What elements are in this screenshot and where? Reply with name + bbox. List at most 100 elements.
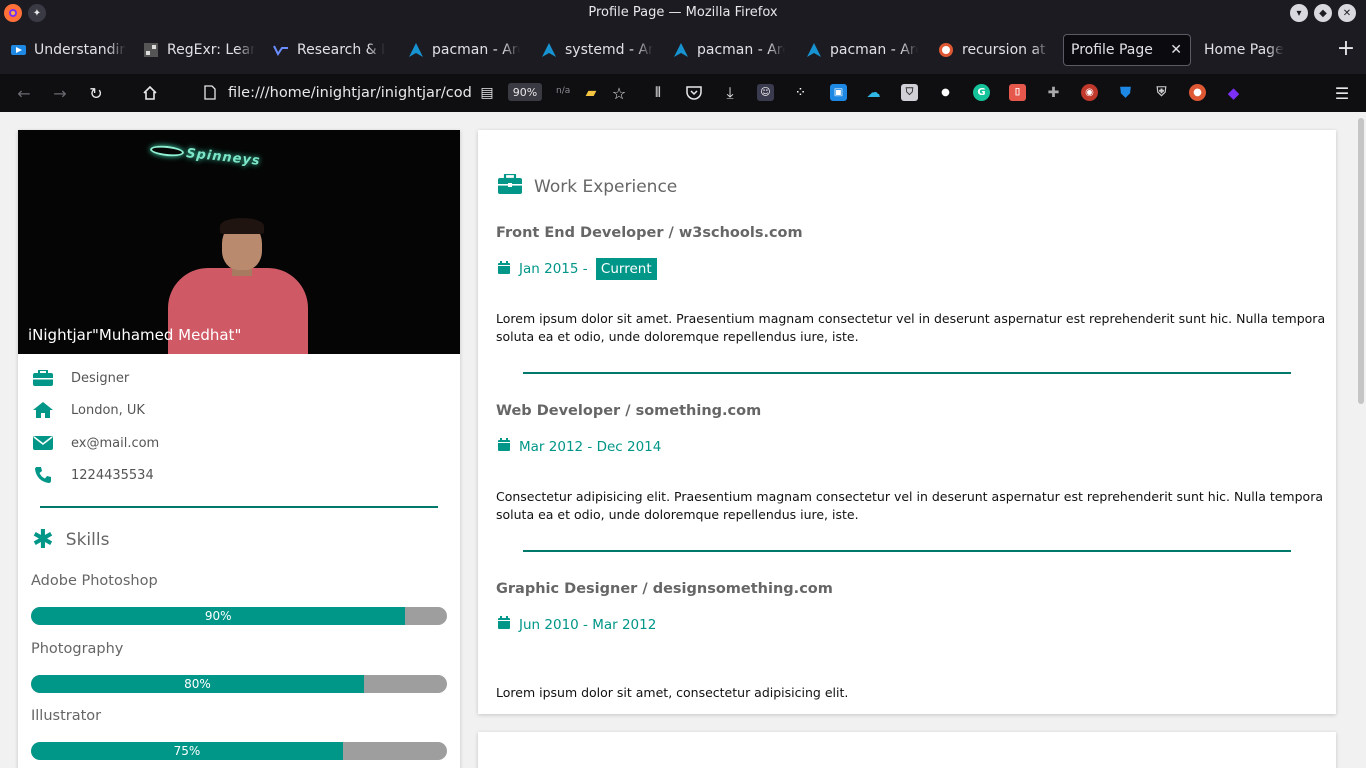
skill-progress-fill: 90%	[31, 607, 406, 625]
job-divider	[523, 550, 1291, 552]
shield-extension-icon[interactable]: ⛊	[1117, 84, 1134, 101]
email-text: ex@mail.com	[71, 435, 160, 451]
duckduckgo-icon	[938, 42, 954, 58]
tab-label: RegExr: Learn	[167, 42, 255, 58]
current-badge: Current	[595, 258, 657, 280]
tab-home-page[interactable]: Home Page	[1204, 34, 1316, 66]
job-title: Web Developer / something.com	[496, 403, 762, 419]
page-viewport: Spinneys iNightjar"Muhamed Medhat" Desig…	[0, 112, 1366, 768]
video-icon	[10, 42, 26, 58]
work-title-text: Work Experience	[534, 176, 678, 197]
gem-extension-icon[interactable]: ◆	[1225, 84, 1242, 102]
tab-systemd[interactable]: systemd - Arch	[541, 34, 653, 66]
arch-icon	[673, 42, 689, 58]
job-description: Lorem ipsum dolor sit amet, consectetur …	[496, 685, 849, 700]
arch-icon	[408, 42, 424, 58]
store-sign-logo	[149, 144, 185, 158]
job-date: Jun 2010 - Mar 2012	[498, 616, 656, 633]
skill-progress-bar: 75%	[31, 742, 447, 760]
url-bar[interactable]: file:///home/inightjar/inightjar/codeR	[196, 80, 606, 106]
reload-button[interactable]: ↻	[85, 82, 107, 104]
puzzle-extension-icon[interactable]: ✚	[1045, 84, 1062, 101]
skill-progress-bar: 90%	[31, 607, 447, 625]
tab-label: Home Page	[1204, 42, 1284, 58]
skill-name: Illustrator	[31, 708, 102, 724]
tab-label: pacman - Arch	[697, 42, 785, 58]
research-icon	[273, 42, 289, 58]
profile-photo: Spinneys iNightjar"Muhamed Medhat"	[18, 130, 460, 354]
library-icon[interactable]: ⫴	[647, 82, 669, 104]
tab-pacman-1[interactable]: pacman - Arch	[408, 34, 520, 66]
close-window-icon[interactable]: ✕	[1338, 4, 1356, 22]
skill-progress-fill: 80%	[31, 675, 364, 693]
bitwarden-icon[interactable]: ⛉	[901, 84, 918, 101]
tab-regexr[interactable]: RegExr: Learn	[143, 34, 255, 66]
notion-extension-icon[interactable]: ⌷	[1009, 84, 1026, 101]
back-button[interactable]: ←	[13, 82, 35, 104]
folder-icon[interactable]: ▰	[580, 82, 602, 104]
forward-button[interactable]: →	[49, 82, 71, 104]
lock-shield-icon[interactable]: ⛨	[1153, 84, 1170, 101]
tab-label: systemd - Arch	[565, 42, 653, 58]
reader-view-icon[interactable]: ▤	[476, 82, 498, 104]
phone-icon	[32, 466, 54, 484]
tab-label: Research & Le	[297, 42, 385, 58]
window-title: Profile Page — Mozilla Firefox	[588, 5, 778, 20]
arch-icon	[541, 42, 557, 58]
tab-recursion[interactable]: recursion at D	[938, 34, 1050, 66]
phone-text: 1224435534	[71, 467, 154, 483]
tab-profile-page[interactable]: Profile Page ✕	[1063, 34, 1191, 66]
person-hair	[220, 218, 264, 234]
bubbles-extension-icon[interactable]: ●	[937, 84, 954, 101]
zoom-level-badge[interactable]: 90%	[508, 83, 542, 101]
calendar-icon	[498, 616, 510, 633]
ublock-icon[interactable]: ◉	[1081, 84, 1098, 101]
tab-pacman-3[interactable]: pacman - Arch	[806, 34, 918, 66]
tab-label: pacman - Arch	[432, 42, 520, 58]
store-sign-text: Spinneys	[185, 146, 262, 169]
menu-icon[interactable]: ☰	[1331, 82, 1353, 104]
duckduckgo-extension-icon[interactable]: ●	[1189, 84, 1206, 101]
tab-research[interactable]: Research & Le	[273, 34, 385, 66]
role-text: Designer	[71, 370, 130, 386]
info-role: Designer	[32, 366, 129, 390]
minimize-icon[interactable]: ▾	[1290, 4, 1308, 22]
screenshot-extension-icon[interactable]: ▣	[830, 84, 847, 101]
home-button[interactable]	[139, 82, 161, 104]
calendar-icon	[498, 260, 510, 278]
arch-icon	[806, 42, 822, 58]
url-text[interactable]: file:///home/inightjar/inightjar/codeR	[228, 85, 472, 101]
job-description: Lorem ipsum dolor sit amet. Praesentium …	[496, 311, 1326, 344]
profile-card: Spinneys iNightjar"Muhamed Medhat" Desig…	[18, 130, 460, 768]
new-tab-button[interactable]: +	[1336, 36, 1356, 64]
tab-label: Understanding	[34, 42, 126, 58]
pocket-icon[interactable]	[683, 82, 705, 104]
skill-name: Adobe Photoshop	[31, 573, 158, 589]
job-title: Graphic Designer / designsomething.com	[496, 581, 833, 597]
tab-pacman-2[interactable]: pacman - Arch	[673, 34, 785, 66]
bookmark-star-icon[interactable]: ☆	[608, 82, 630, 104]
profile-extension-icon[interactable]: ☺	[757, 84, 774, 101]
job-description: Consectetur adipisicing elit. Praesentiu…	[496, 489, 1323, 522]
work-experience-heading: Work Experience	[498, 172, 678, 199]
regexr-icon	[143, 42, 159, 58]
job-date-text: Jun 2010 - Mar 2012	[519, 616, 657, 633]
info-location: London, UK	[32, 398, 145, 422]
downloads-icon[interactable]: ⤓	[719, 82, 741, 104]
location-text: London, UK	[71, 402, 145, 418]
job-date-text: Mar 2012 - Dec 2014	[519, 438, 662, 455]
cloud-extension-icon[interactable]: ☁	[865, 84, 882, 101]
dots-extension-icon[interactable]: ⁘	[792, 84, 809, 101]
grammarly-icon[interactable]: G	[973, 84, 990, 101]
asterisk-icon: ✱	[32, 525, 54, 555]
work-experience-card: Work Experience Front End Developer / w3…	[478, 130, 1336, 714]
profile-divider	[40, 506, 438, 508]
job-date-text: Jan 2015 -	[519, 261, 592, 277]
tab-label: pacman - Arch	[830, 42, 918, 58]
close-tab-icon[interactable]: ✕	[1170, 42, 1182, 58]
page-scrollbar[interactable]	[1358, 118, 1364, 404]
job-title: Front End Developer / w3schools.com	[496, 225, 803, 241]
tab-understanding[interactable]: Understanding	[10, 34, 126, 66]
maximize-icon[interactable]: ◆	[1314, 4, 1332, 22]
home-icon	[32, 401, 54, 419]
